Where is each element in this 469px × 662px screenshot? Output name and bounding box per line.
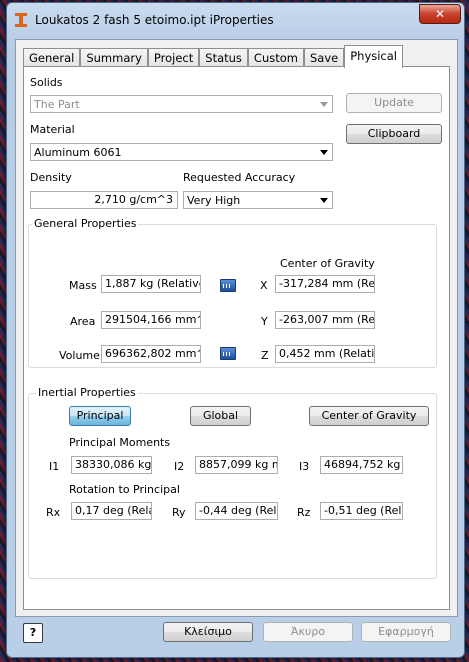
tab-status[interactable]: Status — [199, 48, 248, 67]
material-value: Aluminum 6061 — [34, 146, 122, 159]
title-bar[interactable]: Loukatos 2 fash 5 etoimo.ipt iProperties… — [7, 3, 464, 37]
rotation-to-principal-title: Rotation to Principal — [69, 483, 180, 496]
help-button[interactable]: ? — [23, 623, 43, 643]
calculator-icon[interactable] — [220, 347, 236, 360]
close-button[interactable]: Κλείσιμο — [163, 622, 253, 642]
mass-label: Mass — [69, 279, 97, 292]
y-label: Y — [261, 315, 268, 328]
volume-field[interactable]: 696362,802 mm^3 — [101, 345, 201, 363]
clipboard-button[interactable]: Clipboard — [346, 124, 442, 144]
principal-button[interactable]: Principal — [69, 406, 131, 426]
principal-moments-title: Principal Moments — [69, 436, 171, 449]
dialog-client: General Summary Project Status Custom Sa… — [15, 39, 458, 617]
tab-project[interactable]: Project — [147, 48, 200, 67]
i1-label: I1 — [49, 460, 60, 473]
tab-physical[interactable]: Physical — [344, 45, 403, 68]
close-window-button[interactable]: ✕ — [419, 4, 461, 24]
i2-field[interactable]: 8857,099 kg mr — [195, 456, 278, 474]
calculator-icon[interactable] — [220, 279, 236, 292]
volume-label: Volume — [59, 349, 100, 362]
solids-dropdown[interactable]: The Part — [30, 95, 333, 113]
center-of-gravity-button[interactable]: Center of Gravity — [309, 406, 429, 426]
physical-tab-page: Solids The Part Update Clipboard Materia… — [23, 66, 450, 610]
accuracy-value: Very High — [187, 194, 241, 207]
accuracy-label: Requested Accuracy — [183, 171, 296, 184]
cog-z-field[interactable]: 0,452 mm (Relative — [275, 345, 375, 363]
solids-value: The Part — [34, 98, 80, 111]
accuracy-dropdown[interactable]: Very High — [183, 191, 333, 209]
tab-custom[interactable]: Custom — [247, 48, 304, 67]
inertial-properties-title: Inertial Properties — [36, 386, 138, 399]
i1-field[interactable]: 38330,086 kg m — [71, 456, 152, 474]
help-icon: ? — [29, 626, 37, 639]
global-button[interactable]: Global — [190, 406, 251, 426]
chevron-down-icon — [320, 102, 328, 107]
inventor-part-icon — [15, 13, 27, 27]
center-of-gravity-title: Center of Gravity — [280, 257, 375, 270]
tab-strip: General Summary Project Status Custom Sa… — [23, 45, 403, 68]
dialog-footer: ? Κλείσιμο Άκυρο Εφαρμογή — [15, 617, 456, 653]
general-properties-title: General Properties — [32, 217, 139, 230]
chevron-down-icon — [320, 150, 328, 155]
rx-label: Rx — [46, 506, 61, 519]
ry-field[interactable]: -0,44 deg (Rela — [195, 502, 278, 520]
close-icon: ✕ — [434, 7, 446, 21]
i3-field[interactable]: 46894,752 kg m — [320, 456, 403, 474]
density-field[interactable]: 2,710 g/cm^3 — [30, 191, 178, 209]
ry-label: Ry — [172, 506, 186, 519]
tab-summary[interactable]: Summary — [80, 48, 148, 67]
mass-field[interactable]: 1,887 kg (Relative I — [101, 275, 201, 293]
cancel-button[interactable]: Άκυρο — [263, 622, 353, 642]
update-button[interactable]: Update — [346, 93, 442, 113]
material-label: Material — [30, 123, 75, 136]
x-label: X — [260, 279, 268, 292]
density-label: Density — [30, 171, 72, 184]
tab-save[interactable]: Save — [303, 48, 345, 67]
iproperties-dialog: Loukatos 2 fash 5 etoimo.ipt iProperties… — [6, 2, 465, 658]
area-field[interactable]: 291504,166 mm^2 — [101, 311, 201, 329]
window-title: Loukatos 2 fash 5 etoimo.ipt iProperties — [35, 13, 274, 27]
area-label: Area — [70, 315, 96, 328]
cog-y-field[interactable]: -263,007 mm (Rela — [275, 311, 375, 329]
z-label: Z — [261, 349, 269, 362]
cog-x-field[interactable]: -317,284 mm (Rela — [275, 275, 375, 293]
i3-label: I3 — [299, 460, 310, 473]
chevron-down-icon — [320, 198, 328, 203]
solids-label: Solids — [30, 76, 63, 89]
i2-label: I2 — [174, 460, 185, 473]
tab-general[interactable]: General — [23, 48, 81, 67]
rz-label: Rz — [297, 506, 311, 519]
material-dropdown[interactable]: Aluminum 6061 — [30, 143, 333, 161]
rx-field[interactable]: 0,17 deg (Relat — [71, 502, 152, 520]
apply-button[interactable]: Εφαρμογή — [361, 622, 451, 642]
rz-field[interactable]: -0,51 deg (Rela — [320, 502, 403, 520]
